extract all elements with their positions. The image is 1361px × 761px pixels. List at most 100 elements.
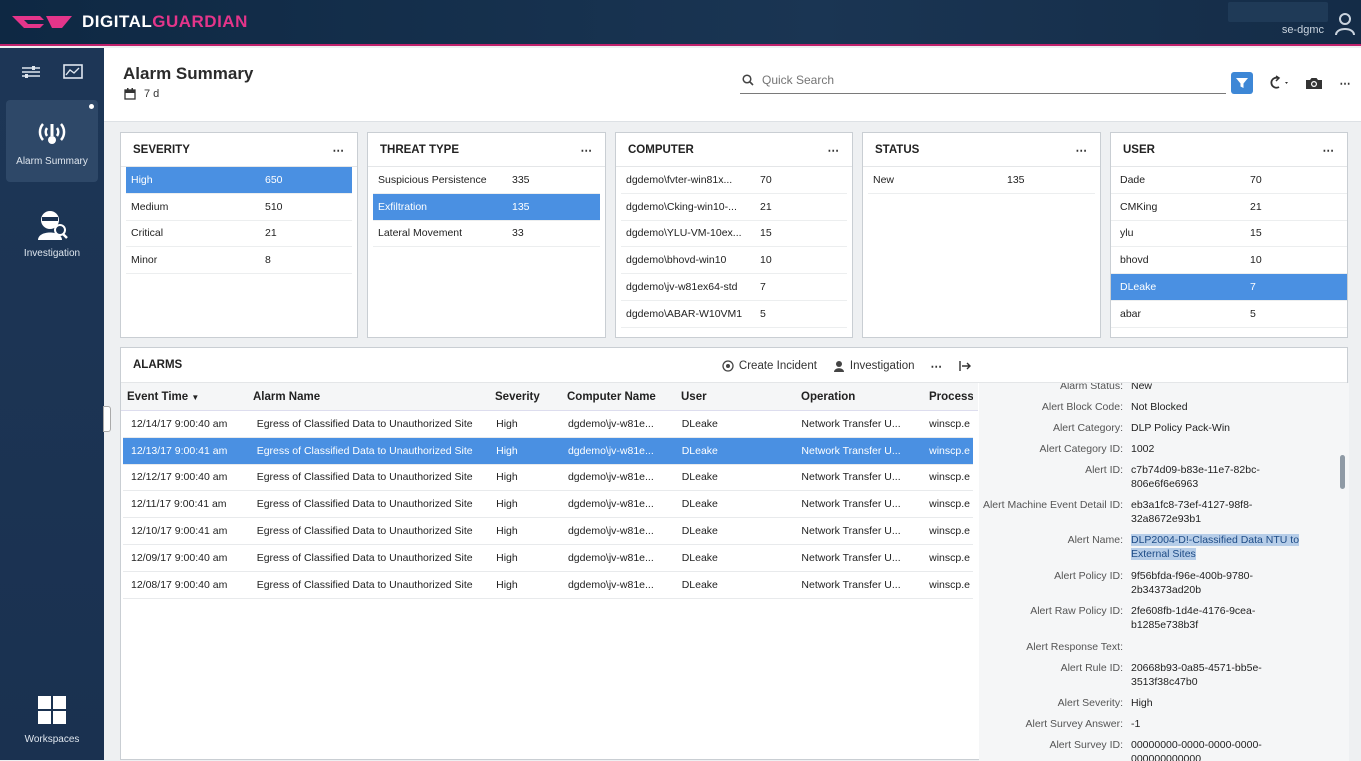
detail-key: Alert Survey Answer: bbox=[1025, 718, 1123, 730]
facet-row[interactable]: abar 5 bbox=[1111, 301, 1347, 328]
detail-value-line1: 00000000-0000-0000-0000- bbox=[1131, 739, 1262, 751]
facet-threat-menu-icon[interactable]: ⋯ bbox=[581, 143, 594, 157]
refresh-dropdown-button[interactable] bbox=[1264, 72, 1292, 94]
col-event-time[interactable]: Event Time ▼ bbox=[121, 391, 247, 403]
col-alarm-name[interactable]: Alarm Name bbox=[247, 391, 487, 403]
detail-value[interactable]: High bbox=[1131, 696, 1311, 710]
snapshot-button[interactable] bbox=[1303, 72, 1325, 94]
facet-computer-menu-icon[interactable]: ⋯ bbox=[828, 143, 841, 157]
facet-row[interactable]: Minor 8 bbox=[126, 247, 352, 275]
table-row[interactable]: 12/09/17 9:00:40 am Egress of Classified … bbox=[123, 545, 973, 572]
chart-monitor-icon[interactable] bbox=[62, 64, 84, 80]
detail-value[interactable]: eb3a1fc8-73ef-4127-98f8- 32a8672e93b1 bbox=[1131, 498, 1311, 526]
facet-user-menu-icon[interactable]: ⋯ bbox=[1323, 143, 1336, 157]
detail-value[interactable]: 00000000-0000-0000-0000- 000000000000 bbox=[1131, 738, 1311, 761]
facet-row[interactable]: dgdemo\ABAR-W10VM1 5 bbox=[621, 301, 847, 328]
create-incident-label: Create Incident bbox=[738, 359, 817, 372]
alarms-more-icon[interactable]: ⋯ bbox=[931, 359, 943, 373]
table-row[interactable]: 12/13/17 9:00:41 am Egress of Classified … bbox=[123, 437, 973, 465]
date-range[interactable]: 7 d bbox=[124, 88, 159, 100]
detail-value[interactable]: 1002 bbox=[1131, 442, 1311, 456]
facet-row[interactable]: High 650 bbox=[126, 167, 352, 194]
facet-row[interactable]: dgdemo\Cking-win10-... 21 bbox=[621, 194, 847, 221]
facet-row[interactable]: Medium 510 bbox=[126, 194, 352, 221]
detail-value[interactable]: 2fe608fb-1d4e-4176-9cea-b1285e738b3f bbox=[1131, 604, 1311, 632]
facet-row[interactable]: New 135 bbox=[868, 167, 1095, 194]
filter-sliders-icon[interactable] bbox=[20, 64, 42, 80]
detail-value[interactable]: New bbox=[1131, 383, 1311, 393]
col-severity[interactable]: Severity bbox=[487, 391, 559, 403]
detail-value[interactable]: 20668b93-0a85-4571-bb5e- 3513f38c47b0 bbox=[1131, 661, 1311, 689]
col-operation[interactable]: Operation bbox=[793, 391, 921, 403]
facet-row[interactable]: bhovd 10 bbox=[1111, 247, 1347, 275]
quick-search-input[interactable] bbox=[762, 72, 1202, 87]
facet-row-count: 510 bbox=[265, 200, 283, 213]
user-profile-icon[interactable] bbox=[1335, 12, 1355, 36]
cell-comp: dgdemo\jv-w81e... bbox=[567, 417, 654, 430]
filter-button[interactable] bbox=[1231, 72, 1253, 94]
facet-row[interactable]: dgdemo\YLU-VM-10ex... 15 bbox=[621, 221, 847, 248]
facet-row[interactable]: dgdemo\bhovd-win10 10 bbox=[621, 247, 847, 275]
facet-row[interactable]: Critical 21 bbox=[126, 221, 352, 248]
detail-row: Alert Block Code: Not Blocked bbox=[979, 400, 1339, 414]
detail-value[interactable]: -1 bbox=[1131, 717, 1311, 731]
nav-alarm-summary[interactable]: Alarm Summary bbox=[6, 100, 98, 182]
expand-panel-icon[interactable] bbox=[958, 360, 972, 372]
detail-key: Alert Category ID: bbox=[1039, 443, 1123, 455]
detail-value-line1: eb3a1fc8-73ef-4127-98f8- bbox=[1131, 499, 1253, 511]
facet-row[interactable]: Dade 70 bbox=[1111, 167, 1347, 194]
nav-workspaces[interactable]: Workspaces bbox=[6, 678, 98, 760]
facet-row[interactable]: ylu 15 bbox=[1111, 221, 1347, 248]
facet-row-name: dgdemo\fvter-win81x... bbox=[626, 173, 733, 186]
facet-row-name: dgdemo\ABAR-W10VM1 bbox=[626, 307, 743, 320]
cell-op: Network Transfer U... bbox=[801, 578, 901, 591]
more-options-icon[interactable]: ⋯ bbox=[1336, 72, 1354, 94]
col-process[interactable]: Process bbox=[921, 391, 973, 403]
facet-row[interactable]: CMKing 21 bbox=[1111, 194, 1347, 221]
details-scrollbar[interactable] bbox=[1340, 455, 1345, 489]
cell-comp: dgdemo\jv-w81e... bbox=[567, 498, 654, 511]
cell-user: DLeake bbox=[681, 525, 718, 538]
table-row[interactable]: 12/11/17 9:00:41 am Egress of Classified … bbox=[123, 491, 973, 519]
detail-row: Alert Survey ID: 00000000-0000-0000-0000-… bbox=[979, 738, 1339, 761]
table-row[interactable]: 12/10/17 9:00:41 am Egress of Classified … bbox=[123, 518, 973, 545]
cell-name: Egress of Classified Data to Unauthorize… bbox=[256, 498, 473, 511]
facet-row[interactable]: DLeake 7 bbox=[1111, 274, 1347, 301]
facet-row[interactable]: Exfiltration 135 bbox=[373, 193, 600, 221]
facet-row-count: 21 bbox=[265, 227, 277, 240]
detail-value[interactable]: Not Blocked bbox=[1131, 400, 1311, 414]
facet-row-name: DLeake bbox=[1120, 281, 1157, 294]
facet-severity-menu-icon[interactable]: ⋯ bbox=[333, 143, 346, 157]
facet-status-menu-icon[interactable]: ⋯ bbox=[1076, 143, 1089, 157]
detail-value[interactable]: DLP2004-D!-Classified Data NTU to Externa… bbox=[1131, 533, 1311, 561]
facet-row-name: Minor bbox=[131, 254, 158, 267]
facet-row[interactable]: dgdemo\fvter-win81x... 70 bbox=[621, 167, 847, 194]
detail-row: Alert Category ID: 1002 bbox=[979, 442, 1339, 456]
investigation-button[interactable]: Investigation bbox=[833, 360, 915, 372]
detail-value[interactable]: 9f56bfda-f96e-400b-9780- 2b34373ad20b bbox=[1131, 569, 1311, 597]
username[interactable]: se-dgmc bbox=[1282, 24, 1324, 36]
col-computer-name[interactable]: Computer Name bbox=[559, 391, 673, 403]
brand-digital: DIGITAL bbox=[82, 12, 153, 31]
alarm-details-pane[interactable]: Alarm Status: New Alert Block Code: Not Blo… bbox=[979, 383, 1349, 761]
detail-value[interactable]: DLP Policy Pack-Win bbox=[1131, 421, 1311, 435]
detail-value[interactable] bbox=[1131, 640, 1311, 654]
col-user[interactable]: User bbox=[673, 391, 793, 403]
detail-row: Alert Survey Answer: -1 bbox=[979, 717, 1339, 731]
facet-row[interactable]: dgdemo\jv-w81ex64-std 7 bbox=[621, 274, 847, 301]
detail-value[interactable]: c7b74d09-b83e-11e7-82bc- 806e6f6e6963 bbox=[1131, 463, 1311, 491]
detail-value-line2: b1285e738b3f bbox=[1131, 619, 1199, 631]
table-row[interactable]: 12/14/17 9:00:40 am Egress of Classified … bbox=[123, 411, 973, 438]
sidebar-collapse-handle[interactable] bbox=[103, 406, 111, 432]
table-row[interactable]: 12/12/17 9:00:40 am Egress of Classified … bbox=[123, 465, 973, 492]
cell-op: Network Transfer U... bbox=[801, 444, 901, 457]
cell-proc: winscp.e bbox=[929, 444, 970, 457]
create-incident-button[interactable]: Create Incident bbox=[722, 360, 817, 372]
cell-comp: dgdemo\jv-w81e... bbox=[567, 578, 654, 591]
cell-time: 12/11/17 9:00:41 am bbox=[131, 498, 227, 511]
facet-row[interactable]: Lateral Movement 33 bbox=[373, 221, 600, 248]
detail-key: Alert Category: bbox=[1052, 422, 1123, 434]
facet-row[interactable]: Suspicious Persistence 335 bbox=[373, 167, 600, 194]
table-row[interactable]: 12/08/17 9:00:40 am Egress of Classified … bbox=[123, 572, 973, 599]
nav-investigation[interactable]: Investigation bbox=[6, 192, 98, 274]
